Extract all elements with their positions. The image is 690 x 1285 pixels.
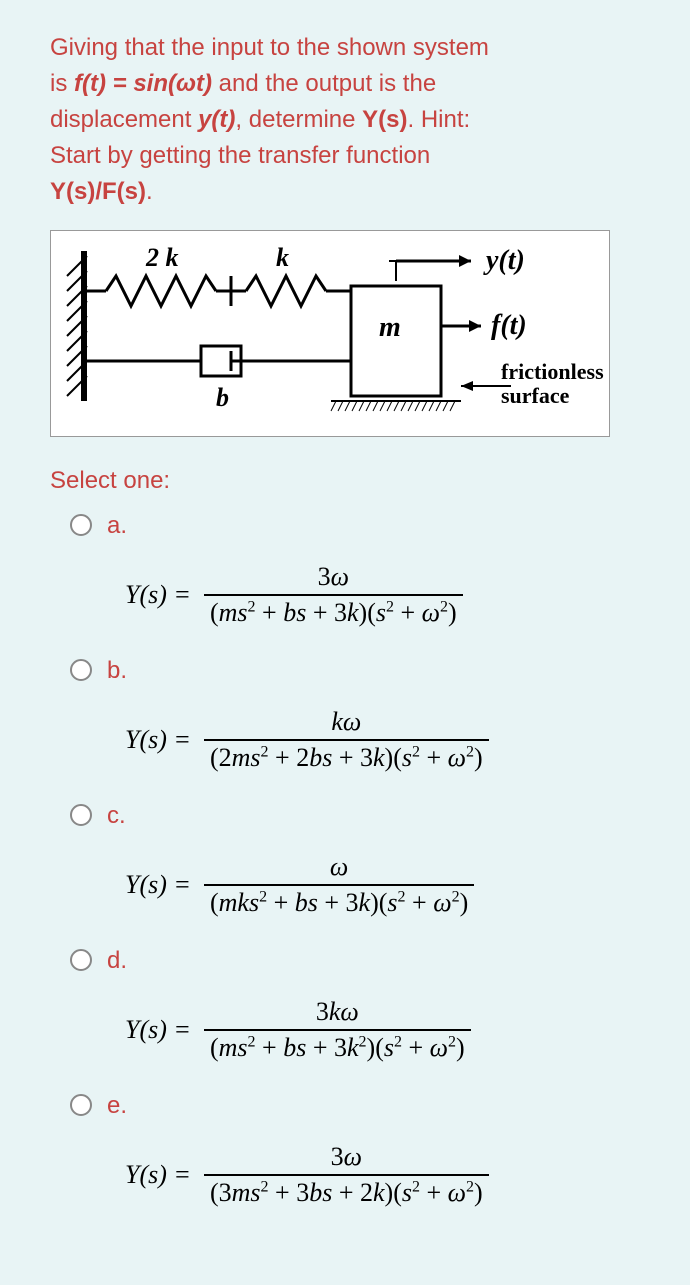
label-k: k: [276, 243, 289, 272]
option-e-label: e.: [107, 1092, 127, 1120]
q-line3-bold2: Y(s): [362, 106, 407, 133]
q-line3-mid: , determine: [235, 106, 362, 133]
option-c[interactable]: c.: [50, 800, 640, 830]
fraction-b: kω (2ms2 + 2bs + 3k)(s2 + ω2): [204, 705, 489, 775]
radio-b[interactable]: [70, 659, 92, 681]
den-c: (mks2 + bs + 3k)(s2 + ω2): [204, 886, 474, 920]
label-surface: surface: [501, 383, 570, 408]
option-b-label: b.: [107, 657, 127, 685]
q-line4: Start by getting the transfer function: [50, 142, 430, 169]
system-diagram: 2 k k b m: [50, 230, 610, 437]
formula-b: Y(s) = kω (2ms2 + 2bs + 3k)(s2 + ω2): [50, 705, 640, 775]
option-a[interactable]: a.: [50, 510, 640, 540]
num-a: 3ω: [204, 560, 463, 596]
ys-d: Y(s) =: [125, 1015, 191, 1045]
label-frictionless: frictionless: [501, 359, 604, 384]
den-d: (ms2 + bs + 3k2)(s2 + ω2): [204, 1031, 471, 1065]
question-text: Giving that the input to the shown syste…: [50, 30, 640, 210]
radio-a[interactable]: [70, 514, 92, 536]
label-b: b: [216, 383, 229, 412]
option-d[interactable]: d.: [50, 945, 640, 975]
q-line2-post: and the output is the: [212, 70, 436, 97]
label-m: m: [379, 312, 401, 343]
ys-a: Y(s) =: [125, 580, 191, 610]
num-b: kω: [204, 705, 489, 741]
num-c: ω: [204, 850, 474, 886]
label-ft: f(t): [491, 310, 527, 341]
q-line5-post: .: [146, 178, 153, 205]
q-line2-bold: f(t) = sin(ωt): [74, 70, 212, 97]
q-line5: Y(s)/F(s): [50, 178, 146, 205]
fraction-a: 3ω (ms2 + bs + 3k)(s2 + ω2): [204, 560, 463, 630]
option-e[interactable]: e.: [50, 1090, 640, 1120]
num-e: 3ω: [204, 1140, 489, 1176]
option-c-label: c.: [107, 802, 126, 830]
option-d-label: d.: [107, 947, 127, 975]
label-yt: y(t): [483, 245, 525, 276]
fraction-c: ω (mks2 + bs + 3k)(s2 + ω2): [204, 850, 474, 920]
q-line3-bold: y(t): [198, 106, 235, 133]
q-line3-post: . Hint:: [407, 106, 470, 133]
formula-c: Y(s) = ω (mks2 + bs + 3k)(s2 + ω2): [50, 850, 640, 920]
radio-c[interactable]: [70, 804, 92, 826]
den-e: (3ms2 + 3bs + 2k)(s2 + ω2): [204, 1176, 489, 1210]
q-line1: Giving that the input to the shown syste…: [50, 34, 489, 61]
formula-d: Y(s) = 3kω (ms2 + bs + 3k2)(s2 + ω2): [50, 995, 640, 1065]
select-one-text: Select one:: [50, 467, 640, 495]
question-container: Giving that the input to the shown syste…: [20, 20, 670, 1265]
radio-d[interactable]: [70, 949, 92, 971]
q-line2-pre: is: [50, 70, 74, 97]
option-b[interactable]: b.: [50, 655, 640, 685]
option-a-label: a.: [107, 512, 127, 540]
ys-b: Y(s) =: [125, 725, 191, 755]
num-d: 3kω: [204, 995, 471, 1031]
radio-e[interactable]: [70, 1094, 92, 1116]
label-2k: 2 k: [145, 243, 179, 272]
ys-e: Y(s) =: [125, 1160, 191, 1190]
formula-a: Y(s) = 3ω (ms2 + bs + 3k)(s2 + ω2): [50, 560, 640, 630]
den-a: (ms2 + bs + 3k)(s2 + ω2): [204, 596, 463, 630]
diagram-svg: 2 k k b m: [51, 231, 611, 431]
den-b: (2ms2 + 2bs + 3k)(s2 + ω2): [204, 741, 489, 775]
fraction-d: 3kω (ms2 + bs + 3k2)(s2 + ω2): [204, 995, 471, 1065]
ys-c: Y(s) =: [125, 870, 191, 900]
q-line3-pre: displacement: [50, 106, 198, 133]
